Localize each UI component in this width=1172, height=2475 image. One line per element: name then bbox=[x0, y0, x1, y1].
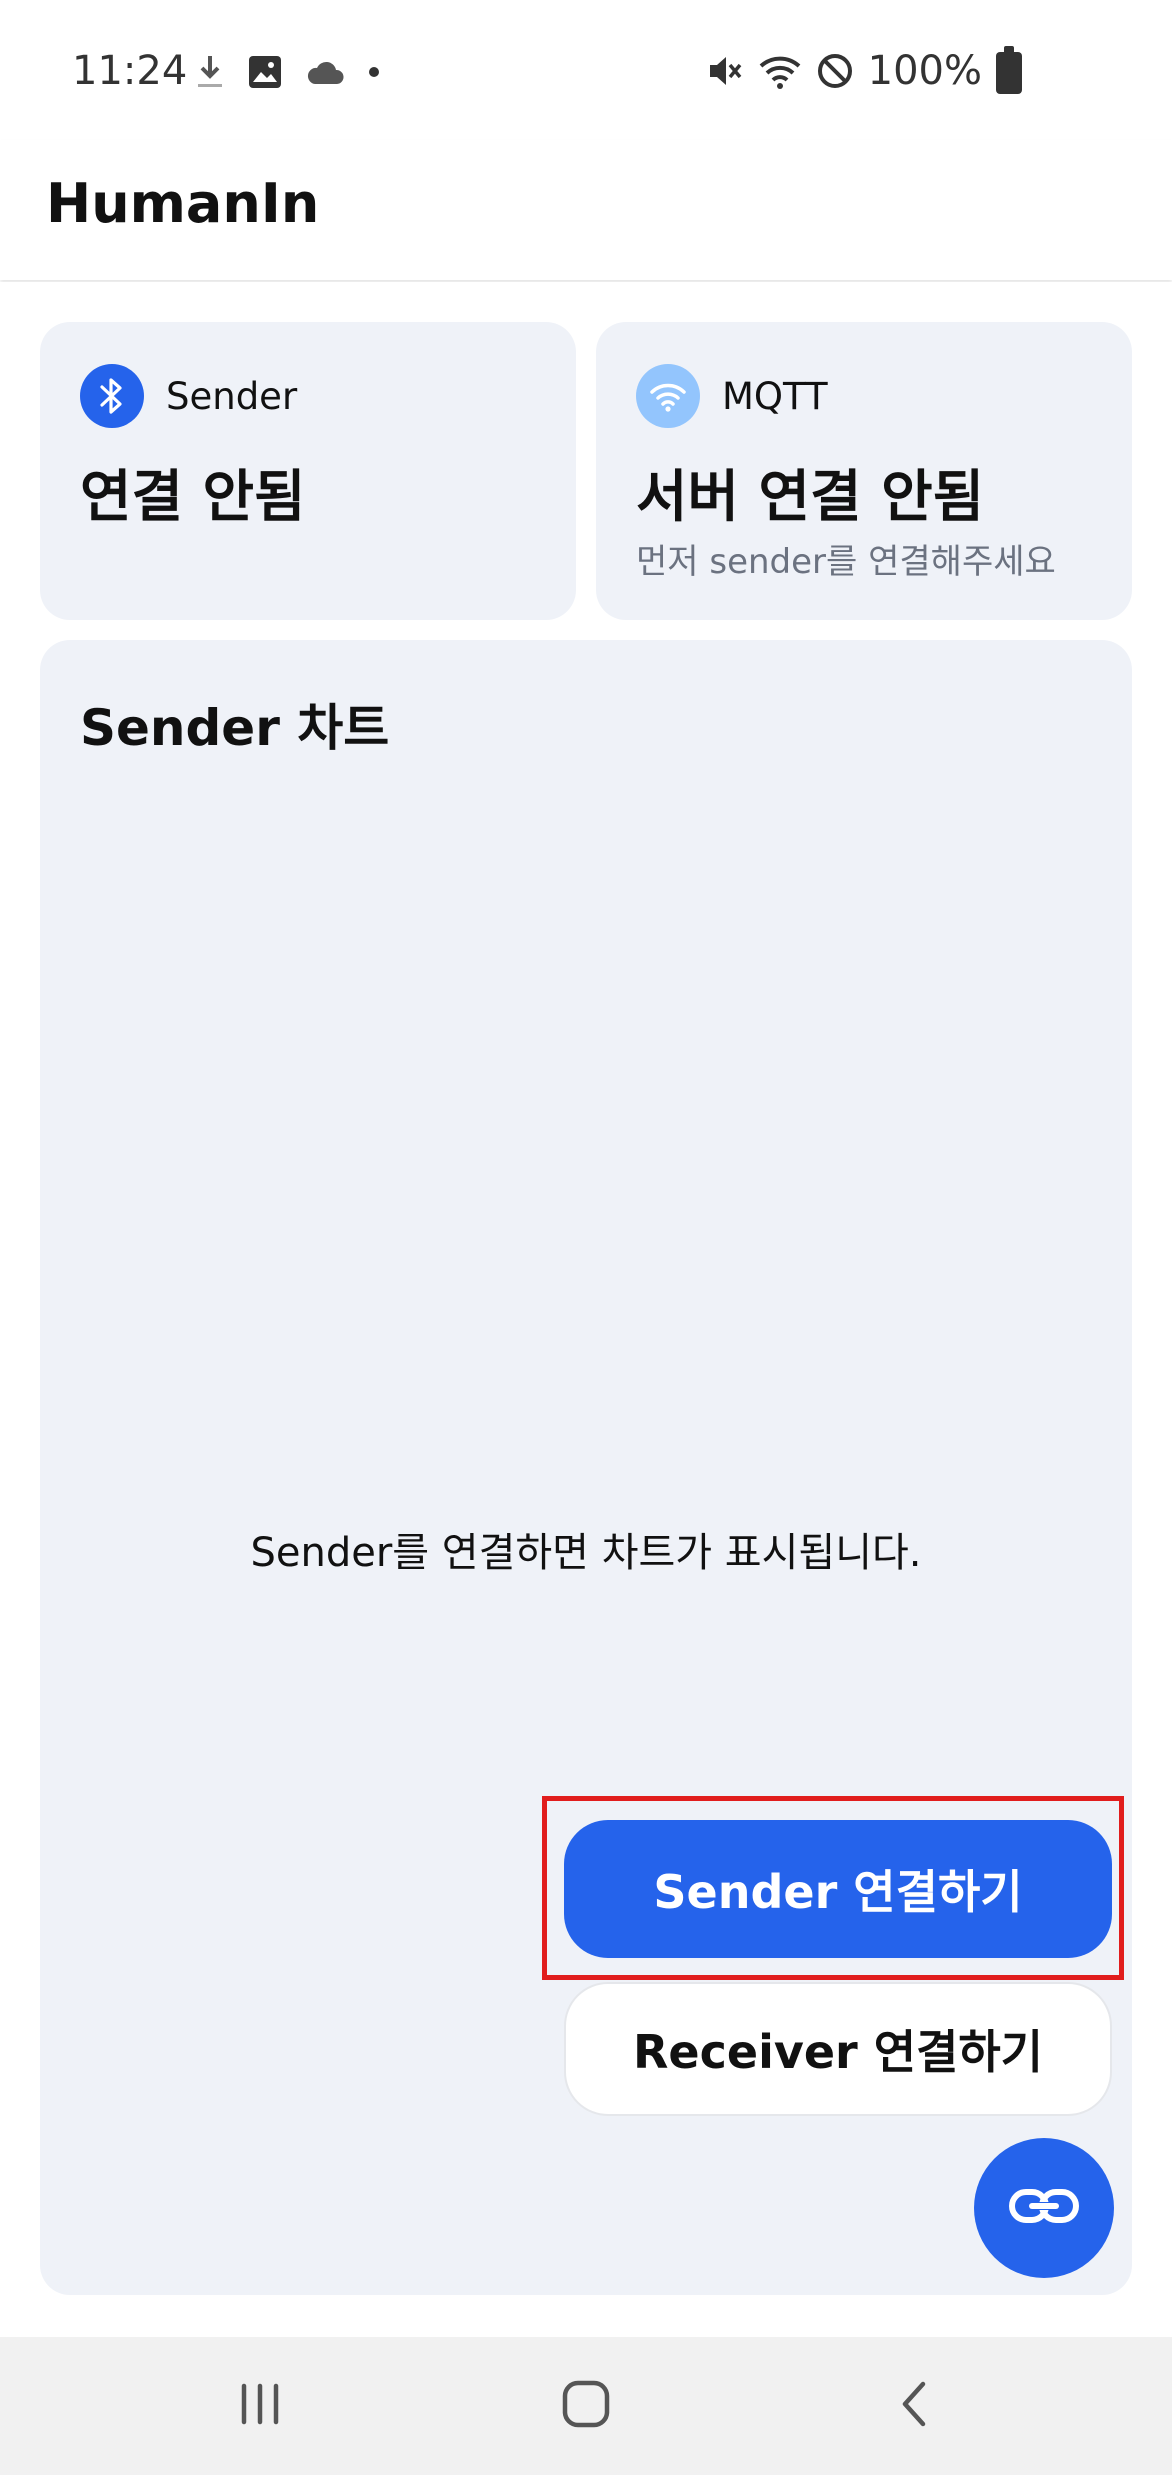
sender-status: 연결 안됨 bbox=[80, 465, 306, 530]
back-button[interactable] bbox=[834, 2337, 994, 2475]
mqtt-label: MQTT bbox=[722, 374, 828, 418]
mqtt-card-header: MQTT bbox=[636, 364, 828, 428]
app-title: HumanIn bbox=[46, 172, 320, 235]
home-button[interactable] bbox=[506, 2337, 666, 2475]
battery-icon bbox=[996, 46, 1022, 94]
cloud-icon bbox=[305, 58, 345, 86]
status-time: 11:24 bbox=[72, 48, 188, 94]
mqtt-status: 서버 연결 안됨 bbox=[636, 465, 985, 530]
sender-status-card: Sender 연결 안됨 bbox=[40, 322, 576, 620]
bluetooth-icon bbox=[80, 364, 144, 428]
status-left-icons bbox=[195, 52, 381, 92]
system-nav-bar bbox=[0, 2337, 1172, 2475]
connect-receiver-button[interactable]: Receiver 연결하기 bbox=[564, 1982, 1112, 2116]
mute-icon bbox=[706, 52, 744, 90]
recent-apps-icon bbox=[236, 2382, 284, 2430]
battery-percent: 100% bbox=[867, 48, 982, 94]
chart-empty-message: Sender를 연결하면 차트가 표시됩니다. bbox=[250, 1530, 922, 1576]
download-icon bbox=[195, 52, 225, 92]
home-icon bbox=[560, 2378, 612, 2434]
sender-card-header: Sender bbox=[80, 364, 297, 428]
app-bar: HumanIn bbox=[0, 140, 1172, 280]
wifi-icon bbox=[758, 52, 802, 90]
wifi-icon bbox=[636, 364, 700, 428]
link-fab-button[interactable] bbox=[974, 2138, 1114, 2278]
sender-label: Sender bbox=[166, 374, 298, 418]
image-icon bbox=[247, 54, 283, 90]
status-right-icons: 100% bbox=[706, 48, 982, 94]
connect-sender-button[interactable]: Sender 연결하기 bbox=[564, 1820, 1112, 1958]
back-icon bbox=[896, 2378, 932, 2434]
mqtt-status-card: MQTT 서버 연결 안됨 먼저 sender를 연결해주세요 bbox=[596, 322, 1132, 620]
recent-apps-button[interactable] bbox=[180, 2337, 340, 2475]
link-icon bbox=[1008, 2186, 1080, 2230]
mqtt-subtitle: 먼저 sender를 연결해주세요 bbox=[636, 542, 1056, 582]
no-signal-icon bbox=[816, 52, 854, 90]
dot-icon bbox=[367, 65, 381, 79]
chart-title: Sender 차트 bbox=[80, 699, 390, 757]
status-bar: 11:24 100% bbox=[0, 0, 1172, 140]
